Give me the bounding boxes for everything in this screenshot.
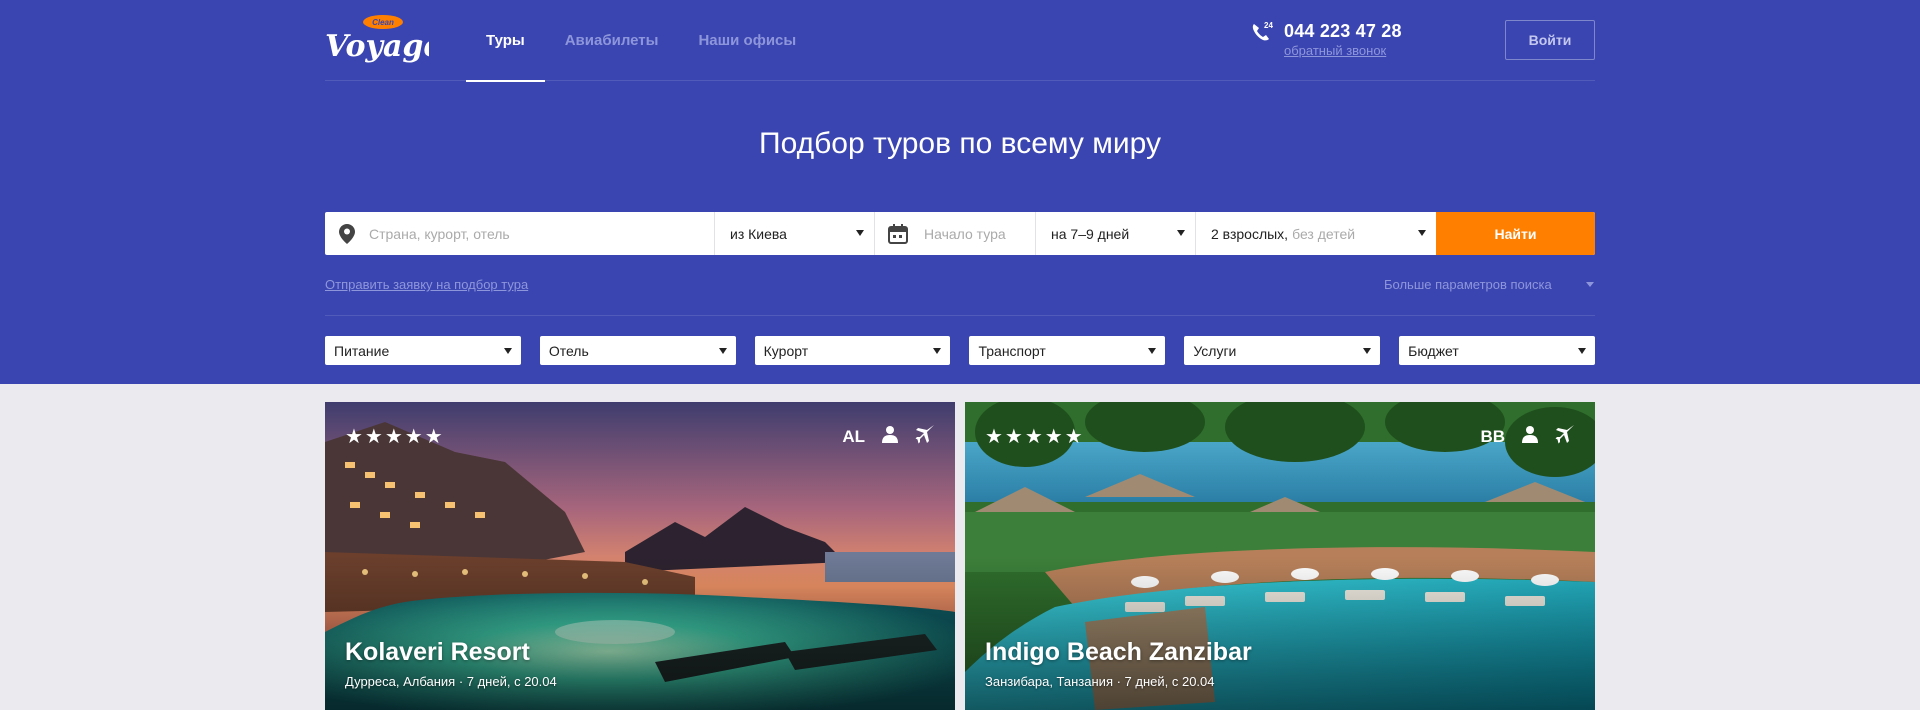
- chevron-down-icon: [1577, 348, 1586, 354]
- destination-input[interactable]: Страна, курорт, отель: [325, 212, 715, 255]
- filter-resort[interactable]: Курорт: [754, 336, 951, 365]
- filter-services[interactable]: Услуги: [1184, 336, 1381, 365]
- meal-type-badge: AL: [842, 426, 865, 446]
- tour-cards: ★★★★★ AL Kolaveri Resort Дурреса, Албани…: [325, 402, 1595, 710]
- tour-request-link[interactable]: Отправить заявку на подбор тура: [325, 277, 528, 292]
- person-icon: [881, 425, 899, 448]
- callback-link[interactable]: обратный звонок: [1284, 43, 1386, 58]
- guests-select[interactable]: 2 взрослых, без детей: [1196, 212, 1436, 255]
- meal-type-badge: BB: [1480, 426, 1505, 446]
- phone-24-icon: 24: [1250, 20, 1276, 44]
- chevron-down-icon: [718, 348, 727, 354]
- duration-select[interactable]: на 7–9 дней: [1036, 212, 1196, 255]
- chevron-down-icon: [1177, 230, 1185, 236]
- more-search-params-link[interactable]: Больше параметров поиска: [1384, 277, 1552, 292]
- destination-placeholder: Страна, курорт, отель: [369, 225, 510, 242]
- calendar-icon: [888, 224, 908, 247]
- start-date-input[interactable]: Начало тура: [875, 212, 1036, 255]
- departure-city-value: из Киева: [730, 225, 787, 242]
- header: Clean Voyage Туры Авиабилеты Наши офисы …: [325, 0, 1595, 82]
- nav-flights[interactable]: Авиабилеты: [545, 0, 679, 81]
- card-badges: BB: [1480, 424, 1575, 449]
- chevron-down-icon: [856, 230, 864, 236]
- departure-city-select[interactable]: из Киева: [715, 212, 875, 255]
- filter-meals[interactable]: Питание: [325, 336, 521, 365]
- tour-card[interactable]: ★★★★★ BB Indigo Beach Zanzibar Занзибара…: [965, 402, 1595, 710]
- filter-budget[interactable]: Бюджет: [1399, 336, 1595, 365]
- airplane-icon: [1555, 424, 1575, 449]
- card-stars: ★★★★★: [345, 426, 445, 448]
- filter-label: Бюджет: [1408, 342, 1459, 359]
- phone-number[interactable]: 044 223 47 28: [1284, 21, 1402, 42]
- guests-adults-value: 2 взрослых,: [1211, 225, 1289, 242]
- chevron-down-icon: [1418, 230, 1426, 236]
- logo-badge: Clean: [372, 18, 394, 27]
- search-bar: Страна, курорт, отель из Киева Начало ту…: [325, 212, 1595, 255]
- main-nav: Туры Авиабилеты Наши офисы: [466, 0, 816, 82]
- filter-label: Услуги: [1193, 342, 1237, 359]
- card-badges: AL: [842, 424, 935, 449]
- airplane-icon: [915, 424, 935, 449]
- filter-label: Транспорт: [978, 342, 1046, 359]
- guests-children-value: без детей: [1292, 225, 1356, 242]
- card-subtitle: Дурреса, Албания · 7 дней, с 20.04: [345, 674, 557, 689]
- filter-transport[interactable]: Транспорт: [969, 336, 1166, 365]
- person-icon: [1521, 425, 1539, 448]
- logo-wordmark: Voyage: [325, 29, 429, 64]
- chevron-down-icon[interactable]: [1586, 282, 1594, 287]
- location-pin-icon: [339, 224, 355, 247]
- tour-card[interactable]: ★★★★★ AL Kolaveri Resort Дурреса, Албани…: [325, 402, 955, 710]
- svg-text:24: 24: [1264, 21, 1273, 30]
- card-title: Kolaveri Resort: [345, 638, 530, 666]
- login-button[interactable]: Войти: [1505, 20, 1595, 60]
- filter-bar: Питание Отель Курорт Транспорт Услуги Бю…: [325, 336, 1595, 365]
- chevron-down-icon: [1363, 348, 1372, 354]
- chevron-down-icon: [503, 348, 512, 354]
- logo[interactable]: Clean Voyage: [325, 12, 429, 68]
- filter-label: Питание: [334, 342, 390, 359]
- filter-label: Отель: [548, 342, 589, 359]
- card-subtitle: Занзибара, Танзания · 7 дней, с 20.04: [985, 674, 1215, 689]
- card-stars: ★★★★★: [985, 426, 1085, 448]
- nav-offices[interactable]: Наши офисы: [678, 0, 816, 81]
- chevron-down-icon: [933, 348, 942, 354]
- duration-value: на 7–9 дней: [1051, 225, 1130, 242]
- filter-hotel[interactable]: Отель: [539, 336, 736, 365]
- page-title: Подбор туров по всему миру: [759, 127, 1161, 160]
- chevron-down-icon: [1148, 348, 1157, 354]
- start-date-placeholder: Начало тура: [924, 225, 1006, 242]
- find-button[interactable]: Найти: [1436, 212, 1595, 255]
- nav-tours[interactable]: Туры: [466, 0, 545, 82]
- filter-label: Курорт: [763, 342, 809, 359]
- card-title: Indigo Beach Zanzibar: [985, 638, 1252, 666]
- divider: [325, 315, 1595, 316]
